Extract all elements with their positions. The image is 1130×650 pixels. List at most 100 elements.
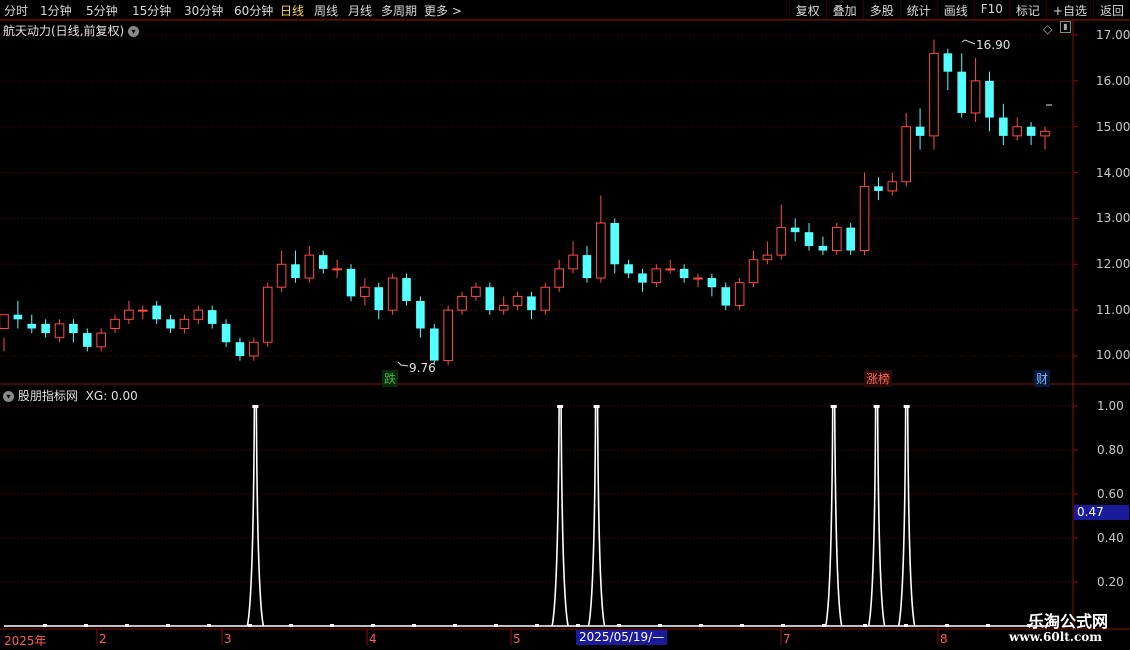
signal-baseline-dot: [412, 624, 416, 627]
candle-body: [804, 232, 814, 246]
candle-body: [790, 227, 800, 233]
candle-body: [1026, 126, 1036, 136]
candle-body: [485, 287, 495, 311]
candle-body: [776, 227, 787, 256]
candle-body: [1040, 130, 1050, 137]
candle-body: [402, 278, 411, 301]
candle-body: [999, 117, 1008, 136]
candle-body: [748, 259, 759, 284]
cursor-date-label: 2025/05/19/—: [576, 630, 668, 645]
y-tick-12: 12.00: [1096, 257, 1130, 271]
candle-body: [527, 296, 536, 311]
candle-body: [193, 309, 204, 320]
candle-body: [818, 245, 828, 251]
candle-body: [457, 295, 467, 311]
candle-body: [915, 126, 925, 136]
candle-body: [443, 309, 453, 362]
signal-baseline-dot: [576, 624, 580, 627]
y-tick-13: 13.00: [1096, 211, 1130, 225]
stock-title: 航天动力(日线,前复权): [3, 24, 125, 38]
low-leader-line: [397, 361, 409, 367]
candle-body: [596, 222, 606, 279]
candle-body: [69, 323, 78, 334]
marker-fall[interactable]: 跌: [382, 370, 399, 387]
signal-baseline-dot: [453, 624, 457, 627]
time-label-may: 5: [513, 632, 521, 646]
y-tick-15: 15.00: [1096, 120, 1130, 134]
candle-body: [360, 286, 370, 297]
candle-body: [429, 328, 439, 361]
signal-peak-cap: [830, 405, 837, 408]
candle-body: [957, 71, 967, 113]
candle-body: [318, 255, 328, 269]
candle-body: [610, 223, 620, 265]
chart-canvas[interactable]: [0, 0, 1130, 650]
candle-body: [498, 305, 509, 311]
signal-baseline-dot: [945, 624, 949, 627]
candle-body: [27, 323, 37, 329]
candle-body: [291, 264, 300, 279]
signal-baseline-dot: [248, 624, 252, 627]
candle-body: [638, 273, 647, 283]
signal-baseline-dot: [207, 624, 211, 627]
signal-baseline-dot: [371, 624, 375, 627]
time-label-jul: 7: [783, 632, 791, 646]
candle-body: [679, 268, 689, 279]
candle-body: [179, 318, 190, 329]
time-label-feb: 2: [99, 632, 107, 646]
candle-body: [540, 286, 551, 311]
signal-baseline-dot: [658, 624, 662, 627]
candle-body: [901, 126, 912, 183]
candle-body: [374, 287, 384, 311]
candle-body: [651, 268, 662, 284]
candle-body: [707, 278, 717, 288]
marker-finance[interactable]: 财: [1034, 370, 1051, 387]
candle-body: [568, 254, 578, 270]
candle-body: [41, 323, 50, 334]
candle-body: [665, 268, 676, 271]
candle-body: [152, 305, 161, 320]
window-toggle-icon[interactable]: ▮: [1060, 21, 1071, 33]
candle-body: [207, 310, 217, 324]
indicator-header: ▾ 股朋指标网 XG: 0.00: [3, 387, 138, 404]
candle-body: [124, 309, 134, 320]
current-value-badge: 0.47: [1074, 505, 1129, 520]
candle-body: [276, 263, 287, 288]
candle-body: [734, 282, 745, 307]
signal-spike: [587, 405, 606, 627]
candle-body: [471, 286, 481, 297]
chevron-down-icon[interactable]: ▾: [3, 391, 14, 402]
signal-baseline-dot: [699, 624, 703, 627]
signal-baseline-dot: [617, 624, 621, 627]
high-leader-line: [961, 39, 976, 45]
signal-baseline-dot: [84, 624, 88, 627]
signal-baseline-dot: [330, 624, 334, 627]
candle-body: [13, 314, 23, 320]
y-tick-16: 16.00: [1096, 74, 1130, 88]
candle-body: [762, 254, 773, 261]
watermark-title: 乐淘公式网: [1027, 612, 1108, 631]
candle-body: [1012, 126, 1023, 137]
signal-baseline-dot: [289, 624, 293, 627]
candle-body: [859, 185, 870, 252]
candle-body: [582, 255, 592, 279]
high-price-label: 16.90: [976, 38, 1011, 52]
signal-baseline-dot: [863, 624, 867, 627]
signal-spike: [824, 405, 843, 627]
diamond-icon[interactable]: ◇: [1043, 22, 1052, 36]
signal-spike: [246, 405, 265, 627]
candle-body: [624, 264, 633, 274]
candle-body: [512, 295, 523, 307]
candle-body: [970, 80, 981, 114]
chevron-down-icon[interactable]: ▾: [128, 26, 140, 37]
candle-body: [110, 318, 120, 329]
low-price-label: 9.76: [409, 361, 436, 375]
candle-body: [346, 268, 356, 297]
marker-top-list[interactable]: 涨榜: [864, 370, 893, 387]
ind-tick-020: 0.20: [1097, 575, 1124, 589]
indicator-value: XG: 0.00: [85, 389, 138, 403]
watermark-url: www.60lt.com: [1009, 630, 1102, 644]
candle-body: [235, 342, 245, 356]
signal-baseline-dot: [166, 624, 170, 627]
y-tick-17: 17.00: [1096, 28, 1130, 42]
